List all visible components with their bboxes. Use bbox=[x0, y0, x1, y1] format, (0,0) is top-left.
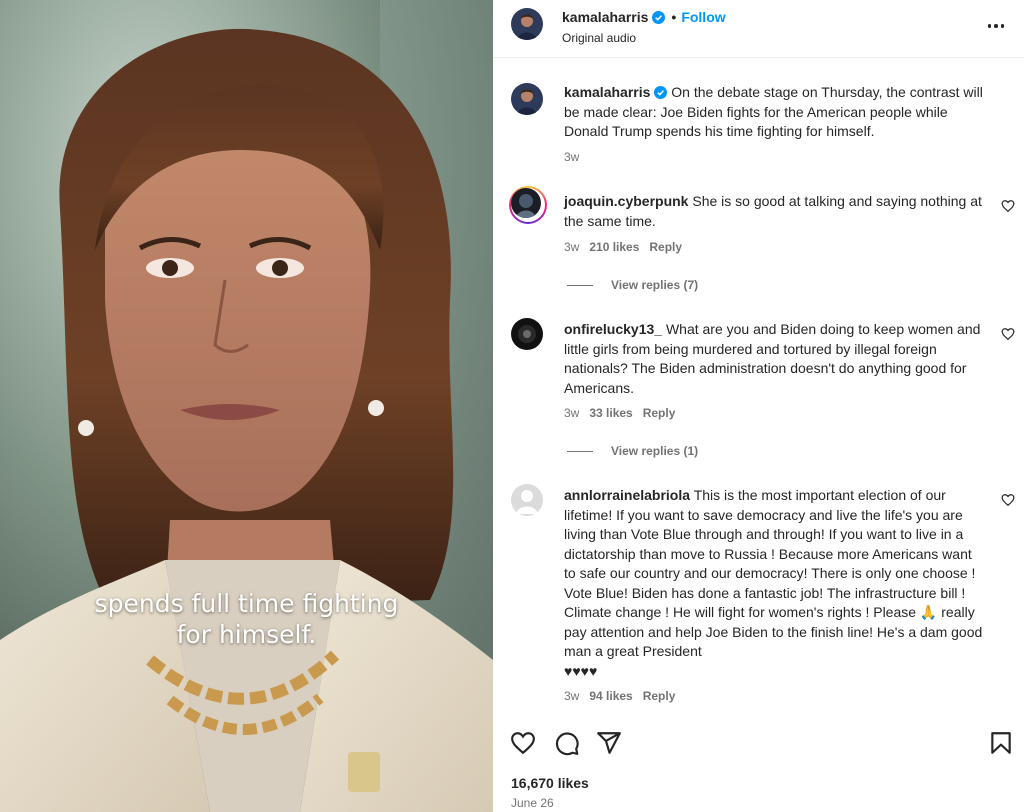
timestamp[interactable]: 3w bbox=[564, 240, 579, 254]
avatar[interactable] bbox=[511, 83, 543, 115]
comment-icon[interactable] bbox=[554, 730, 580, 756]
comment-username[interactable]: onfirelucky13_ bbox=[564, 321, 662, 337]
like-comment-icon[interactable] bbox=[1001, 199, 1015, 213]
avatar[interactable] bbox=[511, 188, 541, 218]
comment-text: onfirelucky13_ What are you and Biden do… bbox=[564, 320, 984, 398]
reply-button[interactable]: Reply bbox=[649, 240, 682, 254]
post-media[interactable]: spends full time fighting for himself. bbox=[0, 0, 493, 812]
caption-text: kamalaharris On the debate stage on Thur… bbox=[564, 83, 984, 142]
view-replies-button[interactable]: View replies (1) bbox=[567, 444, 698, 458]
like-comment-icon[interactable] bbox=[1001, 493, 1015, 507]
bookmark-icon[interactable] bbox=[988, 730, 1014, 756]
avatar[interactable] bbox=[511, 484, 543, 516]
avatar[interactable] bbox=[511, 318, 543, 350]
video-frame-illustration bbox=[0, 0, 493, 812]
comment-text: annlorrainelabriola This is the most imp… bbox=[564, 486, 984, 681]
comment-likes[interactable]: 94 likes bbox=[589, 689, 632, 703]
post-panel: kamalaharris • Follow Original audio kamal… bbox=[493, 0, 1024, 812]
comment-meta: 3w 33 likes Reply bbox=[564, 406, 675, 420]
avatar[interactable] bbox=[511, 8, 543, 40]
timestamp[interactable]: 3w bbox=[564, 406, 579, 420]
heart-icon[interactable] bbox=[510, 730, 536, 756]
caption-time: 3w bbox=[564, 150, 579, 164]
comment-meta: 3w 210 likes Reply bbox=[564, 240, 682, 254]
timestamp[interactable]: 3w bbox=[564, 689, 579, 703]
share-icon[interactable] bbox=[596, 730, 622, 756]
view-replies-label: View replies (1) bbox=[611, 444, 699, 458]
comment-body: This is the most important election of o… bbox=[564, 487, 983, 659]
follow-button[interactable]: Follow bbox=[681, 9, 725, 25]
action-bar bbox=[493, 728, 1024, 758]
video-subtitle: spends full time fighting for himself. bbox=[0, 588, 493, 650]
like-comment-icon[interactable] bbox=[1001, 327, 1015, 341]
comment-meta: 3w 94 likes Reply bbox=[564, 689, 675, 703]
reply-button[interactable]: Reply bbox=[643, 689, 676, 703]
story-ring[interactable] bbox=[509, 186, 547, 224]
comment-username[interactable]: annlorrainelabriola bbox=[564, 487, 690, 503]
more-options-icon[interactable] bbox=[984, 14, 1008, 38]
verified-badge-icon bbox=[654, 86, 668, 99]
comment-likes[interactable]: 33 likes bbox=[589, 406, 632, 420]
timestamp[interactable]: 3w bbox=[564, 150, 579, 164]
separator-dot: • bbox=[671, 9, 677, 25]
hearts-emoji: ♥♥♥♥ bbox=[564, 662, 598, 679]
audio-label[interactable]: Original audio bbox=[562, 31, 636, 45]
view-replies-label: View replies (7) bbox=[611, 278, 699, 292]
post-date[interactable]: June 26 bbox=[511, 796, 554, 810]
subtitle-line-2: for himself. bbox=[176, 620, 317, 649]
comment-text: joaquin.cyberpunk She is so good at talk… bbox=[564, 192, 984, 231]
username-link[interactable]: kamalaharris bbox=[562, 9, 648, 25]
comment-likes[interactable]: 210 likes bbox=[589, 240, 639, 254]
view-replies-button[interactable]: View replies (7) bbox=[567, 278, 698, 292]
verified-badge-icon bbox=[652, 11, 666, 24]
header-username-row: kamalaharris • Follow bbox=[562, 9, 726, 25]
caption-username[interactable]: kamalaharris bbox=[564, 84, 650, 100]
comment-username[interactable]: joaquin.cyberpunk bbox=[564, 193, 688, 209]
reply-button[interactable]: Reply bbox=[643, 406, 676, 420]
likes-count[interactable]: 16,670 likes bbox=[511, 775, 589, 791]
post-header: kamalaharris • Follow Original audio bbox=[493, 0, 1024, 58]
subtitle-line-1: spends full time fighting bbox=[94, 589, 399, 618]
